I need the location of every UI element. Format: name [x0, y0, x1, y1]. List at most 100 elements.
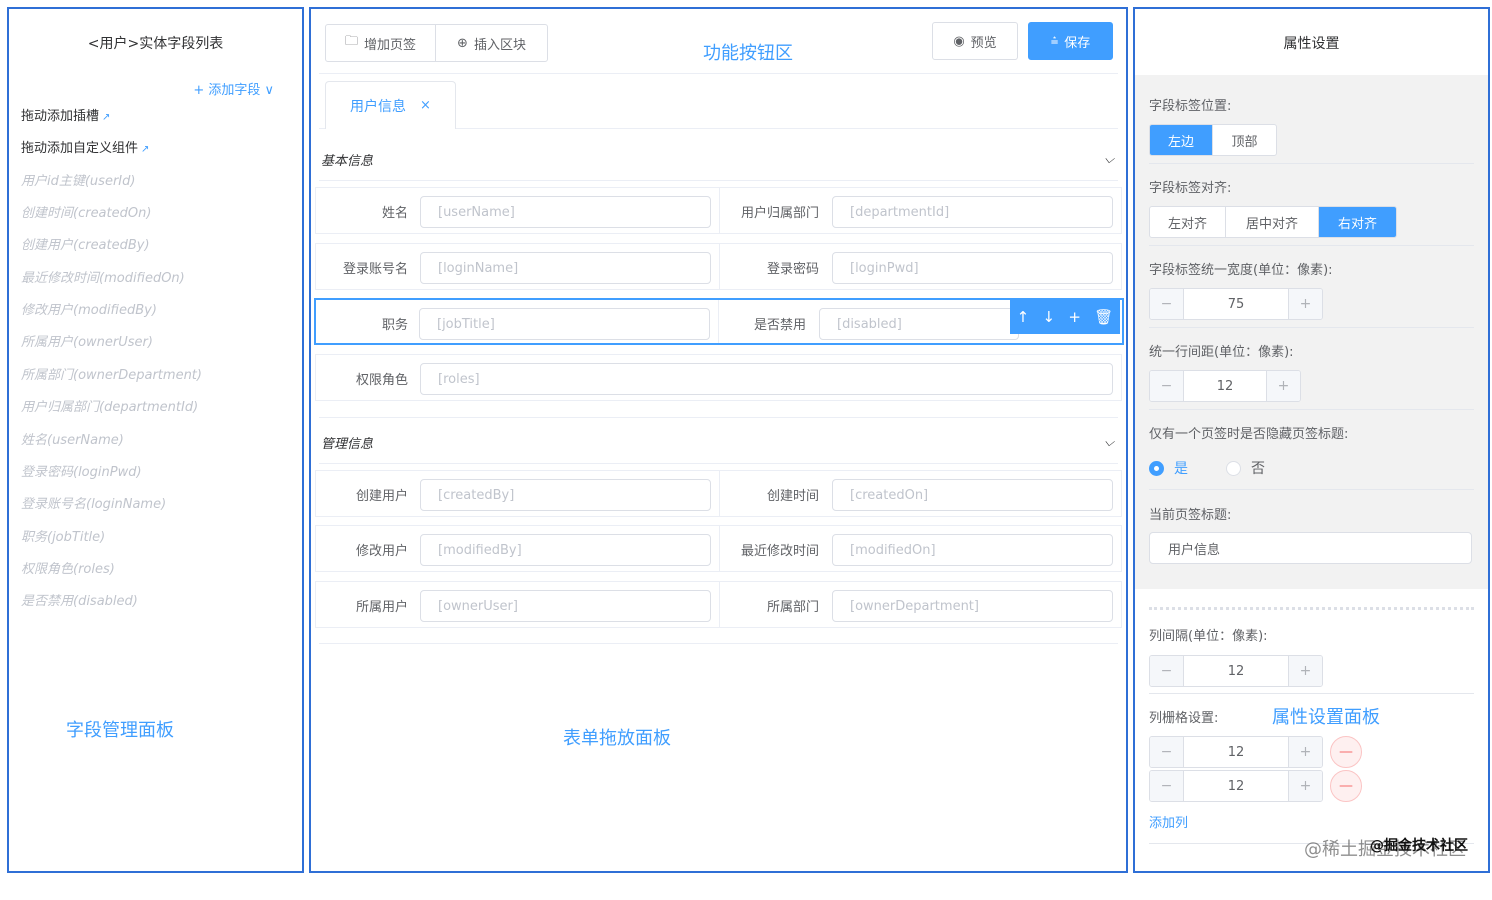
minus-icon[interactable]: −	[1150, 737, 1184, 767]
field-item[interactable]: 创建时间(createdOn)	[21, 202, 151, 221]
field-item[interactable]: 所属用户(ownerUser)	[21, 331, 153, 350]
label-position-left[interactable]: 左边	[1150, 125, 1213, 155]
divider	[719, 244, 720, 289]
section-header-basic[interactable]: 基本信息 ⌵	[319, 138, 1118, 180]
minus-icon[interactable]: −	[1150, 371, 1184, 401]
remove-column-button[interactable]: —	[1330, 770, 1362, 802]
form-row[interactable]: 姓名 [userName] 用户归属部门 [departmentId]	[315, 187, 1122, 234]
field-item[interactable]: 所属部门(ownerDepartment)	[21, 364, 202, 383]
insert-block-button[interactable]: ⊕ 插入区块	[435, 24, 548, 62]
minus-icon[interactable]: −	[1150, 771, 1184, 801]
divider	[1149, 245, 1474, 246]
radio-unchecked-icon[interactable]	[1226, 460, 1241, 476]
field-input[interactable]: [modifiedOn]	[832, 534, 1113, 566]
minus-icon[interactable]: −	[1150, 656, 1184, 686]
stepper-value[interactable]: 75	[1184, 289, 1288, 319]
field-input[interactable]: [loginPwd]	[832, 252, 1113, 284]
field-input[interactable]: [modifiedBy]	[420, 534, 711, 566]
field-input[interactable]: [disabled]	[819, 308, 1019, 340]
align-right-option[interactable]: 右对齐	[1319, 207, 1396, 237]
field-input[interactable]: [createdOn]	[832, 479, 1113, 511]
form-row[interactable]: 登录账号名 [loginName] 登录密码 [loginPwd]	[315, 243, 1122, 290]
tab-title-input[interactable]: 用户信息	[1149, 532, 1472, 564]
arrow-down-icon[interactable]: ↓	[1043, 308, 1056, 326]
field-label: 创建时间	[766, 489, 819, 504]
stepper-value[interactable]: 12	[1184, 371, 1266, 401]
row-gap-stepper[interactable]: − 12 +	[1149, 370, 1301, 402]
form-row[interactable]: 修改用户 [modifiedBy] 最近修改时间 [modifiedOn]	[315, 525, 1122, 572]
field-input[interactable]: [ownerDepartment]	[832, 590, 1113, 622]
arrow-up-icon[interactable]: ↑	[1017, 308, 1030, 326]
align-center-option[interactable]: 居中对齐	[1226, 207, 1319, 237]
field-item[interactable]: 登录账号名(loginName)	[21, 493, 166, 512]
radio-checked-icon[interactable]	[1149, 460, 1164, 476]
field-item[interactable]: 最近修改时间(modifiedOn)	[21, 267, 185, 286]
field-item[interactable]: 创建用户(createdBy)	[21, 234, 150, 253]
plus-icon[interactable]: +	[1266, 371, 1300, 401]
field-input[interactable]: [userName]	[420, 196, 711, 228]
field-item[interactable]: 用户id主键(userId)	[21, 170, 135, 189]
row-toolbar: ↑ ↓ + 🗑	[1010, 300, 1120, 334]
drag-add-custom-component[interactable]: 拖动添加自定义组件 ↗	[21, 137, 149, 156]
field-item[interactable]: 权限角色(roles)	[21, 558, 115, 577]
form-row[interactable]: 所属用户 [ownerUser] 所属部门 [ownerDepartment]	[315, 581, 1122, 628]
column-gap-label: 列间隔(单位：像素):	[1149, 629, 1268, 644]
form-panel-label: 表单拖放面板	[563, 728, 671, 749]
hide-title-no[interactable]: 否	[1226, 458, 1265, 478]
section-header-management[interactable]: 管理信息 ⌵	[319, 421, 1118, 463]
plus-icon[interactable]: +	[1288, 656, 1322, 686]
field-input[interactable]: [ownerUser]	[420, 590, 711, 622]
field-label: 姓名	[381, 206, 408, 221]
field-item[interactable]: 修改用户(modifiedBy)	[21, 299, 157, 318]
field-input[interactable]: [loginName]	[420, 252, 711, 284]
property-settings-title: 属性设置	[1283, 36, 1340, 52]
column-span-stepper[interactable]: − 12 +	[1149, 770, 1323, 802]
preview-button[interactable]: ◉ 预览	[932, 22, 1018, 60]
chevron-down-icon[interactable]: ⌵	[1104, 152, 1114, 167]
align-left-option[interactable]: 左对齐	[1150, 207, 1226, 237]
field-item[interactable]: 是否禁用(disabled)	[21, 590, 138, 609]
external-link-icon: ↗	[141, 144, 150, 155]
insert-block-label: 插入区块	[473, 37, 526, 53]
tab-user-info[interactable]: 用户信息 ×	[325, 81, 456, 129]
remove-column-button[interactable]: —	[1330, 736, 1362, 768]
drag-add-slot[interactable]: 拖动添加插槽 ↗	[21, 105, 110, 124]
form-row-selected[interactable]: 职务 [jobTitle] 是否禁用 [disabled] ↑ ↓ + 🗑	[314, 298, 1124, 345]
divider	[319, 417, 1118, 418]
field-item[interactable]: 用户归属部门(departmentId)	[21, 396, 198, 415]
add-tab-button[interactable]: 🗀 增加页签	[325, 24, 436, 62]
form-row[interactable]: 权限角色 [roles]	[315, 354, 1122, 401]
divider	[719, 471, 720, 516]
field-input[interactable]: [createdBy]	[420, 479, 711, 511]
column-grid-label: 列栅格设置:	[1149, 711, 1219, 726]
plus-icon[interactable]: +	[1288, 289, 1322, 319]
field-input[interactable]: [roles]	[420, 363, 1113, 395]
chevron-down-icon[interactable]: ⌵	[1104, 435, 1114, 450]
field-item[interactable]: 登录密码(loginPwd)	[21, 461, 142, 480]
label-position-top[interactable]: 顶部	[1213, 125, 1276, 155]
plus-icon[interactable]: +	[1288, 771, 1322, 801]
plus-icon[interactable]: +	[1068, 308, 1081, 326]
stepper-value[interactable]: 12	[1184, 656, 1288, 686]
field-input[interactable]: [departmentId]	[832, 196, 1113, 228]
hide-title-yes[interactable]: 是	[1149, 458, 1188, 478]
stepper-value[interactable]: 12	[1184, 771, 1288, 801]
close-icon[interactable]: ×	[420, 98, 431, 113]
trash-icon[interactable]: 🗑	[1094, 308, 1113, 326]
form-row[interactable]: 创建用户 [createdBy] 创建时间 [createdOn]	[315, 470, 1122, 517]
column-gap-stepper[interactable]: − 12 +	[1149, 655, 1323, 687]
add-column-link[interactable]: 添加列	[1149, 812, 1188, 831]
field-input[interactable]: [jobTitle]	[419, 308, 710, 340]
plus-icon[interactable]: +	[1288, 737, 1322, 767]
minus-icon: —	[1339, 778, 1353, 794]
field-label: 最近修改时间	[740, 544, 819, 559]
save-button[interactable]: ⩮ 保存	[1028, 22, 1113, 60]
field-item[interactable]: 职务(jobTitle)	[21, 526, 105, 545]
label-width-stepper[interactable]: − 75 +	[1149, 288, 1323, 320]
field-item[interactable]: 姓名(userName)	[21, 429, 124, 448]
minus-icon[interactable]: −	[1150, 289, 1184, 319]
add-field-button[interactable]: + 添加字段 ∨	[193, 79, 274, 98]
save-label: 保存	[1064, 35, 1091, 51]
stepper-value[interactable]: 12	[1184, 737, 1288, 767]
column-span-stepper[interactable]: − 12 +	[1149, 736, 1323, 768]
